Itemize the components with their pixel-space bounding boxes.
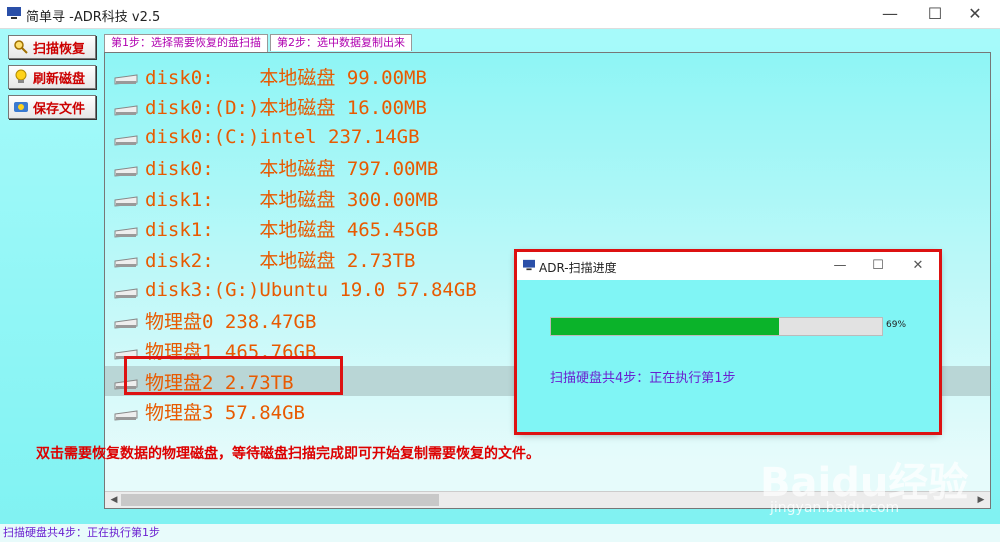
disk-label: disk1: 本地磁盘 465.45GB: [145, 219, 439, 241]
refresh-disk-button[interactable]: 刷新磁盘: [8, 65, 96, 89]
window-title: 简单寻 -ADR科技 v2.5: [26, 10, 161, 25]
disk-label: 物理盘3 57.84GB: [145, 402, 305, 424]
drive-icon: [113, 130, 139, 146]
disk-list-item[interactable]: 物理盘0 238.47GB: [113, 305, 316, 335]
disk-label: disk1: 本地磁盘 300.00MB: [145, 188, 439, 211]
save-file-label: 保存文件: [33, 101, 86, 117]
disk-list-item[interactable]: disk0:(C:)intel 237.14GB: [113, 122, 420, 152]
disk-list-item[interactable]: disk2: 本地磁盘 2.73TB: [113, 244, 415, 274]
highlight-box-dialog: [514, 249, 942, 435]
highlight-box-selected-disk: [124, 356, 343, 395]
tab-step2[interactable]: 第2步：选中数据复制出来: [270, 34, 412, 51]
main-window: 简单寻 -ADR科技 v2.5 — ☐ ✕ 扫描恢复 刷新磁盘 保存文件 第1步…: [0, 0, 1000, 542]
magnifier-icon: [14, 40, 28, 54]
disk-label: disk2: 本地磁盘 2.73TB: [145, 249, 416, 272]
minimize-button[interactable]: —: [870, 2, 910, 26]
scrollbar-thumb[interactable]: [121, 494, 439, 506]
drive-icon: [113, 100, 139, 116]
step-tabs: 第1步：选择需要恢复的盘扫描 第2步：选中数据复制出来: [104, 34, 414, 53]
drive-icon: [113, 222, 139, 238]
instruction-annotation: 双击需要恢复数据的物理磁盘，等待磁盘扫描完成即可开始复制需要恢复的文件。: [36, 446, 540, 462]
disk-label: disk0:(C:)intel 237.14GB: [145, 126, 420, 148]
scan-recover-button[interactable]: 扫描恢复: [8, 35, 96, 59]
drive-icon: [113, 161, 139, 177]
scan-recover-label: 扫描恢复: [33, 41, 86, 57]
close-button[interactable]: ✕: [955, 2, 995, 26]
tab-step1[interactable]: 第1步：选择需要恢复的盘扫描: [104, 34, 268, 53]
disk-list-item[interactable]: disk1: 本地磁盘 465.45GB: [113, 214, 438, 244]
drive-icon: [113, 283, 139, 299]
disk-list-item[interactable]: disk0: 本地磁盘 99.00MB: [113, 61, 427, 91]
disk-label: 物理盘0 238.47GB: [145, 310, 317, 333]
drive-icon: [113, 405, 139, 421]
scroll-left-icon[interactable]: ◀: [107, 494, 121, 506]
disk-list-item[interactable]: 物理盘3 57.84GB: [113, 397, 305, 427]
disk-list-item[interactable]: disk1: 本地磁盘 300.00MB: [113, 183, 438, 213]
refresh-disk-label: 刷新磁盘: [33, 71, 86, 87]
status-bar: 扫描硬盘共4步：正在执行第1步: [0, 524, 1000, 542]
disk-label: disk3:(G:)Ubuntu 19.0 57.84GB: [145, 278, 477, 301]
save-icon: [14, 102, 28, 112]
maximize-button[interactable]: ☐: [915, 2, 955, 26]
app-icon: [7, 7, 21, 19]
disk-list-item[interactable]: disk0: 本地磁盘 797.00MB: [113, 153, 438, 183]
disk-list-item[interactable]: disk0:(D:)本地磁盘 16.00MB: [113, 92, 427, 122]
watermark-url: jingyan.baidu.com: [770, 500, 900, 516]
disk-list-item[interactable]: disk3:(G:)Ubuntu 19.0 57.84GB: [113, 275, 477, 305]
drive-icon: [113, 252, 139, 268]
title-bar: 简单寻 -ADR科技 v2.5 — ☐ ✕: [0, 0, 1000, 29]
save-file-button[interactable]: 保存文件: [8, 95, 96, 119]
disk-label: disk0:(D:)本地磁盘 16.00MB: [145, 97, 427, 119]
disk-label: disk0: 本地磁盘 797.00MB: [145, 158, 439, 180]
drive-icon: [113, 191, 139, 207]
drive-icon: [113, 313, 139, 329]
disk-label: disk0: 本地磁盘 99.00MB: [145, 66, 427, 89]
scroll-right-icon[interactable]: ▶: [974, 494, 988, 506]
bulb-icon: [15, 69, 27, 83]
drive-icon: [113, 69, 139, 85]
